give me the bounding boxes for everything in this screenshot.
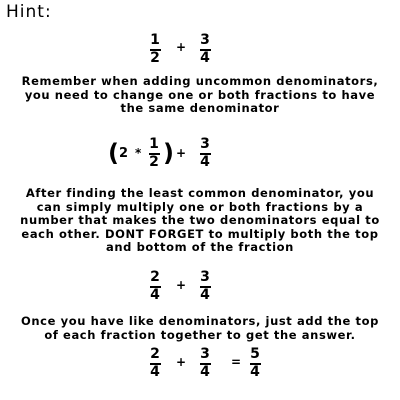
plus-sign: + bbox=[176, 355, 187, 369]
denominator: 4 bbox=[250, 363, 260, 380]
numerator: 3 bbox=[200, 136, 210, 152]
open-parenthesis: ( bbox=[108, 139, 119, 167]
fraction-two-quarters: 2 4 bbox=[148, 270, 162, 303]
text-line: and bottom of the fraction bbox=[106, 240, 294, 254]
fraction-three-quarters: 3 4 bbox=[198, 270, 212, 303]
fraction-one-half: 1 2 bbox=[148, 33, 162, 66]
numerator: 1 bbox=[150, 32, 160, 48]
multiply-sign: * bbox=[135, 146, 142, 160]
denominator: 4 bbox=[200, 153, 210, 170]
plus-sign: + bbox=[176, 40, 187, 54]
explanation-uncommon-denominators: Remember when adding uncommon denominato… bbox=[0, 74, 400, 116]
fraction-three-quarters: 3 4 bbox=[198, 137, 212, 170]
multiplier: 2 bbox=[119, 146, 129, 161]
text-line: After finding the least common denominat… bbox=[25, 186, 375, 200]
fraction-result-five-quarters: 5 4 bbox=[248, 347, 262, 380]
denominator: 4 bbox=[200, 286, 210, 303]
denominator: 4 bbox=[200, 49, 210, 66]
close-parenthesis: ) bbox=[163, 139, 174, 167]
explanation-like-denominators: Once you have like denominators, just ad… bbox=[0, 314, 400, 342]
plus-sign: + bbox=[176, 146, 187, 160]
numerator: 2 bbox=[150, 346, 160, 362]
denominator: 4 bbox=[150, 363, 160, 380]
denominator: 4 bbox=[200, 363, 210, 380]
text-line: of each fraction together to get the ans… bbox=[44, 327, 356, 342]
text-line: number that makes the two denominators e… bbox=[20, 213, 380, 227]
text-line: can simply multiply one or both fraction… bbox=[36, 199, 364, 214]
numerator: 3 bbox=[200, 32, 210, 48]
denominator: 2 bbox=[150, 49, 160, 66]
denominator: 4 bbox=[150, 286, 160, 303]
fraction-three-quarters: 3 4 bbox=[198, 347, 212, 380]
numerator: 3 bbox=[200, 269, 210, 285]
denominator: 2 bbox=[149, 153, 159, 170]
equals-sign: = bbox=[231, 355, 242, 369]
text-line: you need to change one or both fractions… bbox=[24, 87, 376, 102]
plus-sign: + bbox=[176, 278, 187, 292]
fraction-one-half: 1 2 bbox=[147, 137, 161, 170]
numerator: 1 bbox=[149, 136, 159, 152]
numerator: 3 bbox=[200, 346, 210, 362]
numerator: 2 bbox=[150, 269, 160, 285]
text-line: the same denominator bbox=[120, 101, 280, 115]
hint-title: Hint: bbox=[6, 2, 52, 22]
fraction-three-quarters: 3 4 bbox=[198, 33, 212, 66]
fraction-two-quarters: 2 4 bbox=[148, 347, 162, 380]
numerator: 5 bbox=[250, 346, 260, 362]
text-line: Remember when adding uncommon denominato… bbox=[21, 74, 379, 88]
text-line: each other. DONT FORGET to multiply both… bbox=[21, 226, 379, 241]
text-line: Once you have like denominators, just ad… bbox=[21, 314, 379, 328]
explanation-least-common-denominator: After finding the least common denominat… bbox=[0, 186, 400, 255]
